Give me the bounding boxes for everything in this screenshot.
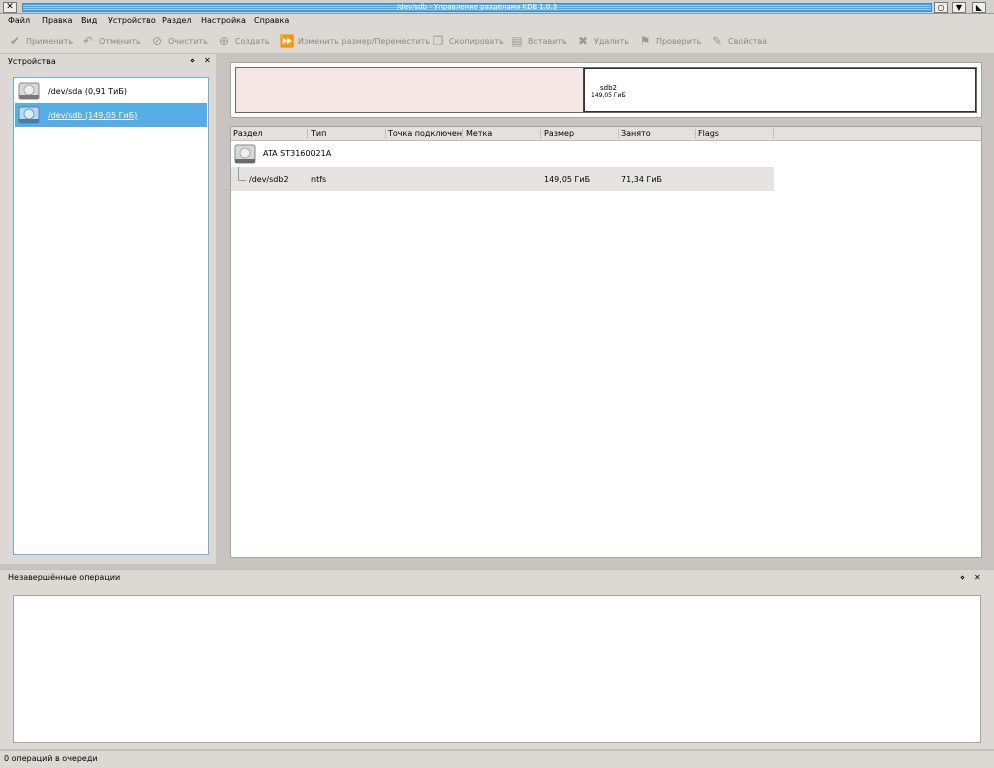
delete-label: Удалить [594,36,629,46]
disk-name: ATA ST3160021A [263,149,332,158]
window-titlebar: ✕ /dev/sdb - Управление разделами KDE 1.… [0,0,994,14]
devices-dock-title: Устройства [8,57,56,66]
menu-view[interactable]: Вид [81,16,97,25]
resize-move-label: Изменить размер/Переместить [298,36,431,46]
partition-tree: Раздел Тип Точка подключения Метка Разме… [230,126,982,558]
window-sticky-button[interactable]: ○ [934,2,948,13]
device-item-sdb[interactable]: /dev/sdb (149,05 ГиБ) [15,103,207,127]
pending-operations-title: Незавершённые операции [8,573,121,582]
column-separator [540,129,541,139]
status-text: 0 операций в очереди [4,754,98,763]
column-separator [385,129,386,139]
menu-help[interactable]: Справка [254,16,289,25]
new-document-icon: ⊕ [218,34,230,48]
flag-icon: ⚑ [639,34,651,48]
partition-map-unallocated[interactable] [236,68,584,112]
pencil-icon: ✎ [711,34,723,48]
device-label: /dev/sdb (149,05 ГиБ) [48,110,138,120]
devices-dock: Устройства ⋄ ✕ /dev/sda (0,91 ТиБ) /dev/… [0,54,216,564]
paste-icon: ▤ [511,34,523,48]
dock-close-button[interactable]: ✕ [974,573,981,582]
column-separator [773,129,774,139]
menu-settings[interactable]: Настройка [201,16,246,25]
dock-float-button[interactable]: ⋄ [190,56,195,65]
copy-icon: ❐ [432,34,444,48]
tree-row-disk[interactable]: ATA ST3160021A [231,141,981,167]
partition-map-size: 149,05 ГиБ [591,92,626,99]
apply-button[interactable]: ✔ Применить [8,32,73,50]
pending-operations-list[interactable] [13,595,981,743]
partition-map-name: sdb2 [600,84,617,92]
hard-disk-icon [18,81,40,101]
dock-close-button[interactable]: ✕ [204,56,211,65]
partition-map: sdb2 149,05 ГиБ [230,62,982,118]
window-title: /dev/sdb - Управление разделами KDE 1.0.… [396,3,558,11]
tree-header: Раздел Тип Точка подключения Метка Разме… [231,127,981,141]
column-type[interactable]: Тип [311,129,385,138]
menubar: Файл Правка Вид Устройство Раздел Настро… [0,14,994,28]
delete-icon: ✖ [577,34,589,48]
menu-file[interactable]: Файл [8,16,30,25]
window-close-button[interactable]: ✕ [3,2,17,13]
device-list: /dev/sda (0,91 ТиБ) /dev/sdb (149,05 ГиБ… [13,77,209,555]
delete-button[interactable]: ✖ Удалить [576,32,629,50]
undo-icon: ↶ [82,34,94,48]
tree-row-partition[interactable]: /dev/sdb2 ntfs 149,05 ГиБ 71,34 ГиБ [231,167,774,191]
column-separator [462,129,463,139]
pending-operations-dock: Незавершённые операции ⋄ ✕ [0,569,994,749]
resize-move-button[interactable]: ⏩ Изменить размер/Переместить [279,32,431,50]
undo-label: Отменить [99,36,141,46]
device-label: /dev/sda (0,91 ТиБ) [48,86,127,96]
check-label: Проверить [656,36,702,46]
paste-label: Вставить [528,36,567,46]
dock-float-button[interactable]: ⋄ [960,573,965,582]
tree-branch-line [238,180,246,181]
column-separator [695,129,696,139]
column-flags[interactable]: Flags [698,129,772,138]
clear-icon: ⊘ [151,34,163,48]
menu-partition[interactable]: Раздел [162,16,192,25]
hard-disk-icon [234,143,256,165]
apply-label: Применить [26,36,74,46]
partition-map-bar: sdb2 149,05 ГиБ [235,67,977,113]
checkmark-icon: ✔ [9,34,21,48]
column-separator [307,129,308,139]
main-toolbar: ✔ Применить ↶ Отменить ⊘ Очистить ⊕ Созд… [0,28,994,54]
copy-button[interactable]: ❐ Скопировать [431,32,504,50]
device-item-sda[interactable]: /dev/sda (0,91 ТиБ) [15,79,207,103]
properties-button[interactable]: ✎ Свойства [710,32,767,50]
tree-branch-line [238,167,239,180]
partition-used: 71,34 ГиБ [621,175,663,184]
hard-disk-icon [18,105,40,125]
column-partition[interactable]: Раздел [233,129,307,138]
partition-name: /dev/sdb2 [249,175,289,184]
create-button[interactable]: ⊕ Создать [217,32,270,50]
menu-edit[interactable]: Правка [42,16,72,25]
window-maximize-button[interactable]: ◣ [972,2,986,13]
partition-size: 149,05 ГиБ [544,175,591,184]
window-minimize-button[interactable]: ▼ [952,2,966,13]
menu-device[interactable]: Устройство [108,16,156,25]
clear-label: Очистить [168,36,208,46]
column-size[interactable]: Размер [544,129,618,138]
check-button[interactable]: ⚑ Проверить [638,32,702,50]
column-label[interactable]: Метка [466,129,540,138]
create-label: Создать [235,36,270,46]
clear-button[interactable]: ⊘ Очистить [150,32,208,50]
copy-label: Скопировать [449,36,504,46]
column-separator [618,129,619,139]
properties-label: Свойства [728,36,768,46]
status-bar: 0 операций в очереди [0,750,994,768]
paste-button[interactable]: ▤ Вставить [510,32,567,50]
undo-button[interactable]: ↶ Отменить [81,32,141,50]
partition-type: ntfs [311,175,327,184]
column-used[interactable]: Занято [621,129,695,138]
partition-map-sdb2[interactable]: sdb2 149,05 ГиБ [584,68,976,112]
fast-forward-icon: ⏩ [279,34,295,48]
column-mountpoint[interactable]: Точка подключения [388,129,462,138]
